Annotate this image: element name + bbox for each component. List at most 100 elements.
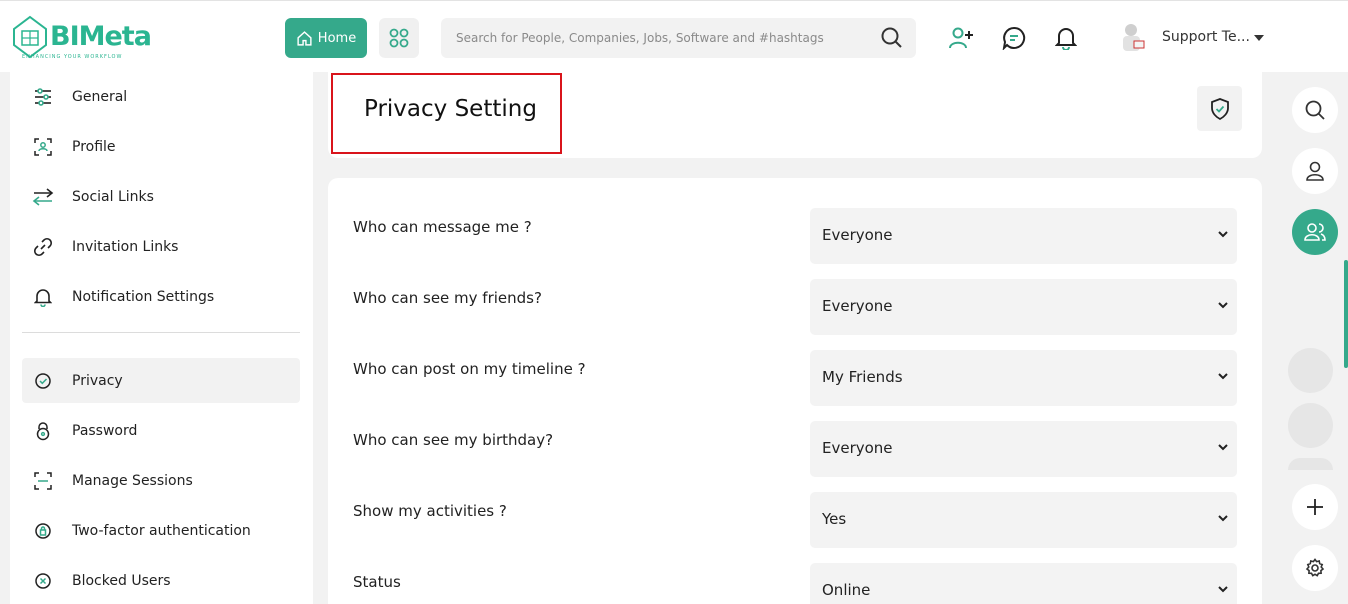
scan-icon <box>34 471 52 490</box>
field-label: Who can see my birthday? <box>353 431 554 449</box>
sidebar-item-blocked-users[interactable]: Blocked Users <box>22 558 300 603</box>
select-value: Online <box>822 581 871 599</box>
sidebar-item-social-links[interactable]: Social Links <box>22 174 300 219</box>
form-row-timeline: Who can post on my timeline ? My Friends <box>328 350 1262 407</box>
sidebar-item-label: Invitation Links <box>72 238 179 255</box>
logo-tagline: ENHANCING YOUR WORKFLOW <box>22 54 123 60</box>
bell-icon <box>34 288 52 307</box>
sidebar-item-two-factor-authentication[interactable]: Two-factor authentication <box>22 508 300 553</box>
rail-search-button[interactable] <box>1292 87 1338 133</box>
sidebar-item-password[interactable]: Password <box>22 408 300 453</box>
message-permission-select[interactable]: Everyone <box>810 208 1237 264</box>
chevron-down-icon <box>1218 586 1228 593</box>
field-label: Status <box>353 573 401 591</box>
block-icon <box>35 572 51 589</box>
users-icon <box>1304 223 1326 241</box>
plus-icon <box>1307 499 1323 515</box>
title-highlight-box: Privacy Setting <box>331 73 562 154</box>
sidebar-item-label: Password <box>72 422 138 439</box>
rail-friends-button[interactable] <box>1292 209 1338 255</box>
sidebar-divider <box>22 332 300 333</box>
rail-profile-button[interactable] <box>1292 148 1338 194</box>
apps-button[interactable] <box>379 18 419 58</box>
sidebar-item-label: Manage Sessions <box>72 472 193 489</box>
page-header-card: Privacy Setting <box>328 72 1262 158</box>
messages-button[interactable] <box>1001 25 1027 51</box>
chevron-down-icon <box>1218 373 1228 380</box>
lock-icon <box>36 421 50 440</box>
chevron-down-icon <box>1218 444 1228 451</box>
sidebar-item-invitation-links[interactable]: Invitation Links <box>22 224 300 269</box>
chevron-down-icon <box>1218 302 1228 309</box>
home-button-label: Home <box>317 30 357 46</box>
privacy-form: Who can message me ? Everyone Who can se… <box>328 178 1262 604</box>
sidebar-item-label: General <box>72 88 128 105</box>
birthday-visibility-select[interactable]: Everyone <box>810 421 1237 477</box>
sidebar-item-general[interactable]: General <box>22 74 300 119</box>
friends-visibility-select[interactable]: Everyone <box>810 279 1237 335</box>
chevron-down-icon[interactable] <box>1254 35 1264 41</box>
user-icon <box>1306 161 1324 181</box>
show-activities-select[interactable]: Yes <box>810 492 1237 548</box>
field-label: Who can post on my timeline ? <box>353 360 586 378</box>
profile-scan-icon <box>34 137 52 156</box>
user-name[interactable]: Support Te... <box>1162 29 1250 45</box>
rail-placeholder-avatar[interactable] <box>1288 458 1333 470</box>
top-header: BIMeta ENHANCING YOUR WORKFLOW Home Supp… <box>0 0 1348 72</box>
timeline-post-select[interactable]: My Friends <box>810 350 1237 406</box>
sidebar-item-manage-sessions[interactable]: Manage Sessions <box>22 458 300 503</box>
notifications-button[interactable] <box>1053 25 1079 51</box>
chevron-down-icon <box>1218 231 1228 238</box>
sidebar-item-profile[interactable]: Profile <box>22 124 300 169</box>
privacy-shield-button[interactable] <box>1197 86 1242 131</box>
form-row-activities: Show my activities ? Yes <box>328 492 1262 549</box>
sidebar-item-label: Privacy <box>72 372 123 389</box>
scrollbar-thumb[interactable] <box>1344 260 1348 368</box>
search-input[interactable] <box>441 18 861 58</box>
page-title: Privacy Setting <box>364 96 537 122</box>
select-value: Everyone <box>822 439 893 457</box>
user-plus-icon <box>949 27 973 49</box>
select-value: My Friends <box>822 368 903 386</box>
logo-text: BIMeta <box>50 21 152 52</box>
sidebar-item-label: Profile <box>72 138 116 155</box>
form-row-message: Who can message me ? Everyone <box>328 208 1262 265</box>
sidebar-item-privacy[interactable]: Privacy <box>22 358 300 403</box>
rail-settings-button[interactable] <box>1292 545 1338 591</box>
rail-placeholder-avatar[interactable] <box>1288 403 1333 448</box>
form-row-status: Status Online <box>328 563 1262 604</box>
bell-icon <box>1055 28 1077 50</box>
select-value: Everyone <box>822 297 893 315</box>
avatar-image-icon <box>1123 24 1145 51</box>
form-row-friends: Who can see my friends? Everyone <box>328 279 1262 336</box>
rail-placeholder-avatar[interactable] <box>1288 348 1333 393</box>
status-select[interactable]: Online <box>810 563 1237 604</box>
shield-check-icon <box>35 372 51 389</box>
field-label: Who can message me ? <box>353 218 532 236</box>
add-friend-button[interactable] <box>948 25 974 51</box>
sidebar-item-label: Two-factor authentication <box>72 522 251 539</box>
shield-check-icon <box>1210 97 1229 120</box>
arrows-exchange-icon <box>32 187 54 206</box>
link-icon <box>33 237 53 256</box>
sidebar-item-label: Blocked Users <box>72 572 171 589</box>
sliders-icon <box>35 87 51 106</box>
gear-icon <box>1305 558 1325 577</box>
settings-sidebar: General Profile Social Links Invitation … <box>10 72 313 604</box>
search-icon[interactable] <box>880 26 904 50</box>
sidebar-item-notification-settings[interactable]: Notification Settings <box>22 274 300 319</box>
logo[interactable]: BIMeta ENHANCING YOUR WORKFLOW <box>10 13 152 63</box>
key-shield-icon <box>35 522 51 539</box>
chevron-down-icon <box>1218 515 1228 522</box>
avatar[interactable] <box>1116 21 1148 55</box>
chat-bubble-icon <box>1002 26 1026 50</box>
field-label: Show my activities ? <box>353 502 507 520</box>
rail-add-button[interactable] <box>1292 484 1338 530</box>
sidebar-item-label: Social Links <box>72 188 154 205</box>
home-button[interactable]: Home <box>285 18 367 58</box>
search-icon <box>1305 100 1325 120</box>
sidebar-item-label: Notification Settings <box>72 288 215 305</box>
form-row-birthday: Who can see my birthday? Everyone <box>328 421 1262 478</box>
select-value: Yes <box>822 510 847 528</box>
grid-icon <box>389 28 409 48</box>
